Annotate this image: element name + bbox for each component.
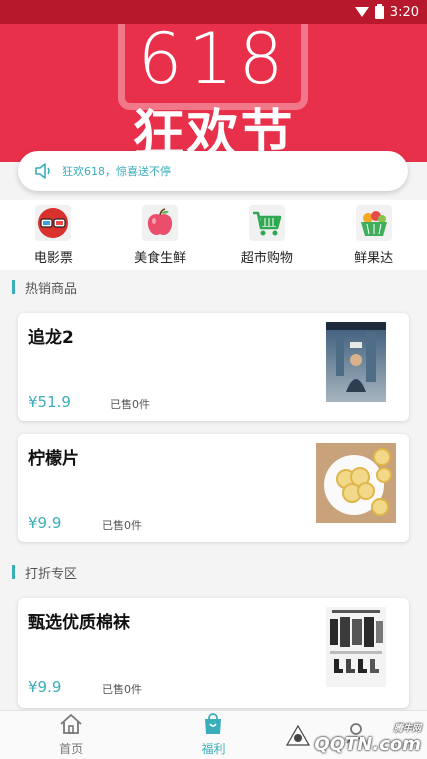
status-time: 3:20 [389, 4, 419, 20]
product-image-movie-poster [326, 322, 386, 402]
shopping-cart-icon [248, 205, 285, 241]
category-label: 电影票 [33, 251, 73, 266]
announcement-text: 狂欢618，惊喜送不停 [62, 165, 171, 178]
announcement-bar[interactable]: 狂欢618，惊喜送不停 [18, 151, 408, 191]
product-sold-count: 已售0件 [102, 519, 142, 532]
watermark-sub: 腾牛网 [393, 724, 421, 734]
product-price: ¥9.9 [28, 678, 62, 696]
battery-icon [374, 3, 384, 19]
site-watermark: 腾牛网 QQTN.com [285, 721, 421, 755]
section-accent-bar [12, 565, 15, 579]
category-movie-tickets[interactable]: 电影票 [8, 200, 98, 270]
nav-welfare[interactable]: 福利 [142, 711, 284, 759]
shopping-bag-icon [201, 713, 225, 738]
nav-label: 首页 [59, 742, 84, 756]
section-header-hot: 热销商品 [12, 277, 77, 297]
category-fresh-fruit[interactable]: 鲜果达 [329, 200, 419, 270]
nav-label: 福利 [201, 742, 226, 756]
category-label: 鲜果达 [354, 251, 394, 266]
watermark-text: QQTN.com [314, 734, 421, 755]
section-accent-bar [12, 280, 15, 294]
category-supermarket[interactable]: 超市购物 [222, 200, 312, 270]
category-fresh-food[interactable]: 美食生鲜 [115, 200, 205, 270]
product-card[interactable]: 甄选优质棉袜 ¥9.9 已售0件 [18, 598, 409, 708]
product-price: ¥51.9 [28, 393, 71, 411]
wifi-icon [354, 7, 369, 17]
banner-618-text: 618 [137, 18, 290, 100]
nav-home[interactable]: 首页 [0, 711, 142, 759]
watermark-logo-icon [285, 723, 311, 754]
apple-icon [142, 205, 179, 241]
product-price: ¥9.9 [28, 514, 62, 532]
product-card[interactable]: 追龙2 ¥51.9 已售0件 [18, 313, 409, 421]
category-row: 电影票 美食生鲜 超市购物 鲜果达 [0, 200, 427, 270]
product-name: 柠檬片 [28, 449, 79, 469]
product-name: 追龙2 [28, 328, 74, 348]
product-sold-count: 已售0件 [110, 398, 150, 411]
product-name: 甄选优质棉袜 [28, 613, 130, 633]
speaker-icon [34, 162, 54, 180]
section-header-discount: 打折专区 [12, 562, 77, 582]
category-label: 超市购物 [240, 251, 293, 266]
product-sold-count: 已售0件 [102, 683, 142, 696]
product-image-socks [326, 607, 386, 687]
product-image-lemon-slices [316, 443, 396, 523]
fruit-basket-icon [355, 205, 392, 241]
section-title: 热销商品 [25, 281, 78, 297]
section-title: 打折专区 [25, 566, 78, 582]
category-label: 美食生鲜 [134, 251, 187, 266]
3d-glasses-icon [35, 205, 72, 241]
promo-banner[interactable]: 618 狂欢节 [0, 0, 427, 162]
product-card[interactable]: 柠檬片 ¥9.9 已售0件 [18, 434, 409, 542]
home-icon [59, 713, 83, 738]
status-bar: 3:20 [0, 0, 427, 24]
